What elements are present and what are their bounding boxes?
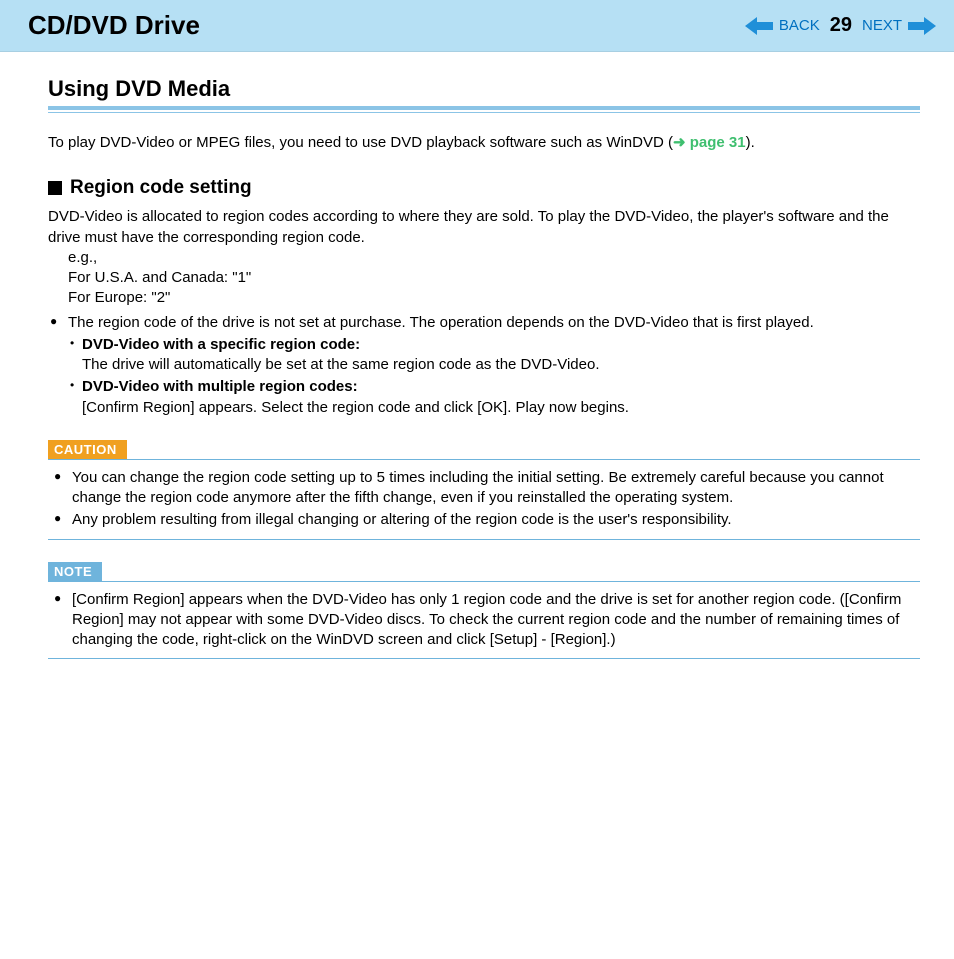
page-number: 29: [830, 14, 852, 37]
example-block: e.g., For U.S.A. and Canada: "1" For Eur…: [68, 248, 920, 309]
sub-bullet-list: DVD-Video with a specific region code: T…: [68, 335, 920, 418]
paragraph-1: DVD-Video is allocated to region codes a…: [48, 207, 920, 248]
sub-bullet-2: DVD-Video with multiple region codes: [C…: [68, 377, 920, 418]
page-content: Using DVD Media To play DVD-Video or MPE…: [0, 52, 954, 679]
caution-item-1: You can change the region code setting u…: [54, 468, 920, 509]
next-arrow-icon[interactable]: [908, 17, 936, 35]
sub-bullet-1-title: DVD-Video with a specific region code:: [82, 336, 360, 353]
caution-footer-rule: [48, 539, 920, 540]
nav-bar: BACK 29 NEXT: [745, 14, 936, 37]
section-title: Using DVD Media: [48, 76, 920, 102]
note-footer-rule: [48, 658, 920, 659]
intro-text-a: To play DVD-Video or MPEG files, you nee…: [48, 134, 673, 151]
sub-bullet-2-text: [Confirm Region] appears. Select the reg…: [82, 399, 629, 416]
square-bullet-icon: [48, 181, 62, 195]
subsection-title: Region code setting: [70, 177, 252, 199]
bullet-item-1: The region code of the drive is not set …: [50, 313, 920, 418]
intro-paragraph: To play DVD-Video or MPEG files, you nee…: [48, 133, 920, 153]
sub-bullet-1: DVD-Video with a specific region code: T…: [68, 335, 920, 376]
intro-text-b: ).: [746, 134, 755, 151]
example-usa: For U.S.A. and Canada: "1": [68, 268, 920, 288]
sub-bullet-2-title: DVD-Video with multiple region codes:: [82, 378, 358, 395]
next-link[interactable]: NEXT: [862, 17, 902, 34]
caution-header: CAUTION: [48, 440, 920, 460]
example-label: e.g.,: [68, 248, 920, 268]
note-list: [Confirm Region] appears when the DVD-Vi…: [54, 590, 920, 651]
back-link[interactable]: BACK: [779, 17, 820, 34]
section-rule: [48, 106, 920, 113]
bullet-list-main: The region code of the drive is not set …: [50, 313, 920, 418]
example-eu: For Europe: "2": [68, 288, 920, 308]
bullet-text-1: The region code of the drive is not set …: [68, 314, 814, 331]
page-title: CD/DVD Drive: [28, 10, 200, 41]
subsection-heading: Region code setting: [48, 177, 920, 199]
note-header: NOTE: [48, 562, 920, 582]
note-label: NOTE: [48, 562, 102, 581]
page-header: CD/DVD Drive BACK 29 NEXT: [0, 0, 954, 52]
page-link[interactable]: page 31: [690, 134, 746, 151]
back-arrow-icon[interactable]: [745, 17, 773, 35]
arrow-right-icon: ➜: [673, 134, 690, 151]
caution-list: You can change the region code setting u…: [54, 468, 920, 531]
caution-item-2: Any problem resulting from illegal chang…: [54, 510, 920, 530]
sub-bullet-1-text: The drive will automatically be set at t…: [82, 356, 600, 373]
caution-label: CAUTION: [48, 440, 127, 459]
note-item-1: [Confirm Region] appears when the DVD-Vi…: [54, 590, 920, 651]
